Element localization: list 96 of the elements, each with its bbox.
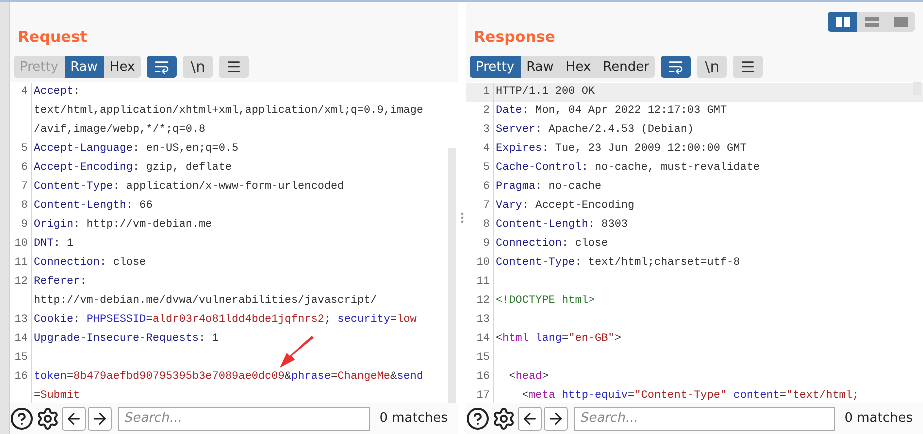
line-number: 4: [466, 140, 494, 159]
line-number: 11: [10, 254, 32, 273]
scrollbar[interactable]: [448, 148, 456, 403]
code-line: Vary: Accept-Encoding: [496, 199, 635, 214]
line-number: 5: [466, 159, 494, 178]
code-line: Accept-Language: en-US,en;q=0.5: [34, 142, 239, 157]
menu-icon: [226, 59, 242, 75]
line-number: 16: [466, 368, 494, 387]
wrap-button[interactable]: [147, 56, 178, 78]
line-number: 2: [466, 102, 494, 121]
line-number: 13: [10, 311, 32, 330]
code-line: <html lang="en-GB">: [496, 332, 622, 347]
line-number: 1: [466, 83, 494, 102]
single-pane-icon: [894, 17, 908, 27]
settings-icon[interactable]: [492, 406, 516, 430]
forward-button[interactable]: [88, 406, 112, 430]
columns-icon: [836, 17, 850, 27]
search-field[interactable]: Search...: [118, 406, 370, 430]
view-tab[interactable]: Pretty: [470, 56, 521, 78]
search-field[interactable]: Search...: [574, 406, 835, 430]
line-number: 7: [10, 178, 32, 197]
code-line: Content-Length: 8303: [496, 218, 628, 233]
line-number: 12: [10, 273, 32, 311]
line-number: 3: [466, 121, 494, 140]
menu-button[interactable]: [733, 56, 764, 78]
line-number: 14: [10, 330, 32, 349]
help-icon[interactable]: [466, 406, 490, 430]
view-tab[interactable]: Raw: [64, 56, 104, 78]
back-button[interactable]: [518, 406, 542, 430]
forward-button[interactable]: [544, 406, 568, 430]
rows-icon: [864, 17, 878, 27]
code-line: <head>: [508, 370, 549, 385]
wrap-icon: [154, 59, 170, 75]
pane-title: Response: [473, 28, 556, 48]
code-line: <!DOCTYPE html>: [496, 294, 596, 309]
code-line: DNT: 1: [34, 237, 74, 252]
code-line: token=8b479aefbd90795395b3e7089ae0dc09&phrase=ChangeMe&send: [34, 370, 424, 385]
view-tab[interactable]: Render: [597, 56, 656, 78]
splitter-handle-icon[interactable]: [460, 212, 464, 224]
code-line: Connection: close: [34, 256, 146, 271]
line-number: 7: [466, 197, 494, 216]
back-button[interactable]: [62, 406, 86, 430]
menu-icon: [740, 59, 756, 75]
line-number: 11: [466, 273, 494, 292]
line-number: 8: [466, 216, 494, 235]
scrollbar[interactable]: [913, 82, 921, 95]
code-line: Origin: http://vm-debian.me: [34, 218, 212, 233]
code-line: Content-Length: 66: [34, 199, 153, 214]
code-line: Pragma: no-cache: [496, 180, 602, 195]
line-number: 6: [466, 178, 494, 197]
code-line: http://vm-debian.me/dvwa/vulnerabilities/javascript/: [34, 294, 378, 309]
code-line: HTTP/1.1 200 OK: [496, 85, 596, 100]
line-number: 12: [466, 292, 494, 311]
line-number: 9: [10, 216, 32, 235]
view-tab[interactable]: Hex: [104, 56, 142, 78]
code-line: Accept:: [34, 85, 82, 100]
wrap-icon: [668, 59, 684, 75]
code-line: Cache-Control: no-cache, must-revalidate: [496, 161, 760, 176]
arrow-annotation: [278, 336, 316, 370]
pane-title: Request: [17, 28, 88, 48]
line-number: 10: [466, 254, 494, 273]
code-line: <meta http-equiv="Content-Type" content="text/html;: [521, 389, 860, 403]
line-number: 13: [466, 311, 494, 330]
layout-toggle[interactable]: [828, 12, 857, 32]
code-line: Date: Mon, 04 Apr 2022 12:17:03 GMT: [496, 104, 728, 119]
code-line: Content-Type: application/x-www-form-urlencoded: [34, 180, 344, 195]
line-number: 14: [466, 330, 494, 349]
code-line: Content-Type: text/html;charset=utf-8: [496, 256, 740, 271]
newline-button[interactable]: \n: [697, 56, 728, 78]
code-line: Referer:: [34, 275, 88, 290]
code-line: Expires: Tue, 23 Jun 2009 12:00:00 GMT: [496, 142, 747, 157]
newline-button[interactable]: \n: [183, 56, 214, 78]
code-line: text/html,application/xhtml+xml,application/xml;q=0.9,image: [34, 104, 424, 119]
settings-icon[interactable]: [36, 406, 60, 430]
view-tab[interactable]: Raw: [520, 56, 560, 78]
wrap-button[interactable]: [661, 56, 692, 78]
line-number: 15: [10, 349, 32, 368]
line-number: 9: [466, 235, 494, 254]
line-number: 5: [10, 140, 32, 159]
match-count: 0 matches: [378, 411, 449, 426]
code-line: Cookie: PHPSESSID=aldr03r4o81ldd4bde1jqfnrs2; security=low: [34, 313, 417, 328]
view-tab[interactable]: Hex: [560, 56, 598, 78]
code-line: Upgrade-Insecure-Requests: 1: [34, 332, 219, 347]
code-line: Connection: close: [496, 237, 608, 252]
line-number: 4: [10, 83, 32, 140]
code-line: /avif,image/webp,*/*;q=0.8: [34, 123, 207, 138]
line-number: 15: [466, 349, 494, 368]
line-number: 10: [10, 235, 32, 254]
menu-button[interactable]: [219, 56, 250, 78]
line-number: 8: [10, 197, 32, 216]
code-line: Accept-Encoding: gzip, deflate: [34, 161, 232, 176]
help-icon[interactable]: [10, 406, 34, 430]
match-count: 0 matches: [844, 411, 914, 426]
line-number: 6: [10, 159, 32, 178]
code-line: Server: Apache/2.4.53 (Debian): [496, 123, 694, 138]
code-line: =Submit: [34, 389, 82, 403]
